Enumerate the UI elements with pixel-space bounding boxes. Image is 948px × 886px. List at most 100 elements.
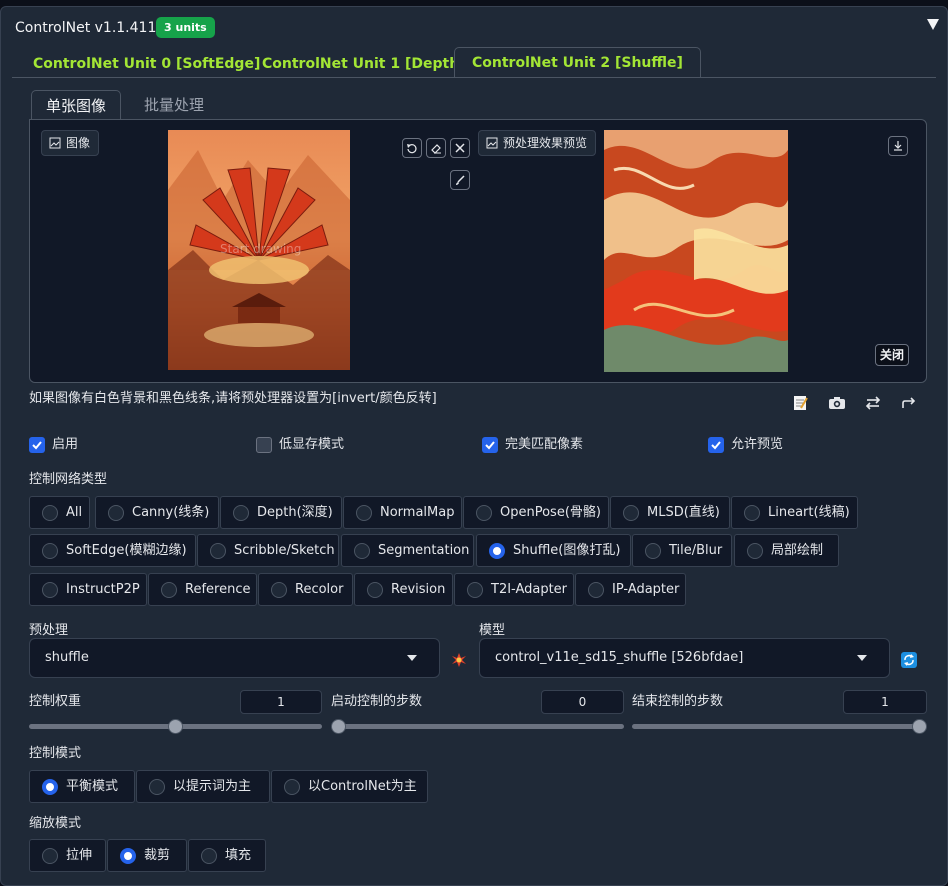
- run-preprocessor-icon[interactable]: [451, 652, 467, 668]
- slider-thumb[interactable]: [331, 719, 346, 734]
- control-type-inpaint[interactable]: 局部绘制: [734, 534, 839, 567]
- clear-button[interactable]: [450, 138, 470, 158]
- control-mode-balanced[interactable]: 平衡模式: [29, 770, 135, 803]
- control-type-canny[interactable]: Canny(线条): [95, 496, 219, 529]
- control-type-segmentation[interactable]: Segmentation: [341, 534, 474, 567]
- control-type-ip-adapter[interactable]: IP-Adapter: [575, 573, 686, 606]
- control-mode-label: 控制模式: [29, 746, 82, 761]
- units-badge: 3 units: [156, 17, 215, 38]
- checkbox-checked-icon: [708, 437, 724, 453]
- start-step-slider[interactable]: [331, 719, 624, 734]
- control-type-revision[interactable]: Revision: [354, 573, 453, 606]
- model-dropdown[interactable]: control_v11e_sd15_shuffle [526bfdae]: [479, 638, 890, 678]
- control-type-normalmap[interactable]: NormalMap: [343, 496, 462, 529]
- notepad-icon[interactable]: [791, 394, 809, 412]
- tab-single-image[interactable]: 单张图像: [31, 90, 122, 120]
- control-type-scribble[interactable]: Scribble/Sketch: [197, 534, 339, 567]
- radio-icon: [744, 505, 760, 521]
- control-type-tile[interactable]: Tile/Blur: [632, 534, 732, 567]
- radio-icon: [42, 505, 58, 521]
- preprocessor-preview-image: [604, 130, 788, 372]
- start-step-input[interactable]: 0: [541, 690, 624, 714]
- radio-icon: [623, 505, 639, 521]
- undo-button[interactable]: [402, 138, 422, 158]
- model-label: 模型: [479, 623, 506, 638]
- radio-icon: [467, 582, 483, 598]
- allow-preview-label: 允许预览: [731, 437, 784, 452]
- weight-label: 控制权重: [29, 694, 82, 709]
- slider-track: [331, 724, 624, 729]
- radio-icon: [201, 848, 217, 864]
- control-type-reference[interactable]: Reference: [148, 573, 257, 606]
- slider-thumb[interactable]: [912, 719, 927, 734]
- control-type-recolor[interactable]: Recolor: [258, 573, 353, 606]
- control-type-mlsd[interactable]: MLSD(直线): [610, 496, 730, 529]
- radio-icon: [367, 582, 383, 598]
- radio-icon: [354, 543, 370, 559]
- download-button[interactable]: [888, 136, 908, 156]
- pixel-perfect-checkbox[interactable]: 完美匹配像素: [482, 436, 583, 454]
- eraser-button[interactable]: [426, 138, 446, 158]
- control-mode-controlnet[interactable]: 以ControlNet为主: [271, 770, 428, 803]
- radio-selected-icon: [120, 848, 136, 864]
- resize-mode-stretch[interactable]: 拉伸: [29, 839, 106, 872]
- slider-thumb[interactable]: [168, 719, 183, 734]
- swap-icon[interactable]: [864, 394, 882, 412]
- close-preview-button[interactable]: 关闭: [875, 344, 910, 366]
- preview-label-text: 预处理效果预览: [503, 136, 588, 150]
- start-step-label: 启动控制的步数: [331, 694, 423, 709]
- control-type-shuffle[interactable]: Shuffle(图像打乱): [476, 534, 631, 567]
- collapse-triangle-icon[interactable]: [926, 17, 940, 31]
- preprocessor-value: shuffle: [45, 650, 89, 665]
- control-type-openpose[interactable]: OpenPose(骨骼): [463, 496, 609, 529]
- radio-icon: [271, 582, 287, 598]
- low-vram-checkbox[interactable]: 低显存模式: [256, 436, 344, 454]
- low-vram-label: 低显存模式: [279, 437, 345, 452]
- brush-button[interactable]: [450, 170, 470, 190]
- enable-checkbox[interactable]: 启用: [29, 436, 78, 454]
- tab-unit-1[interactable]: ControlNet Unit 1 [Depth]: [245, 50, 483, 78]
- undo-icon: [407, 144, 417, 154]
- radio-icon: [588, 582, 604, 598]
- allow-preview-checkbox[interactable]: 允许预览: [708, 436, 783, 454]
- control-type-label: 控制网络类型: [29, 472, 108, 487]
- weight-input[interactable]: 1: [240, 690, 322, 714]
- control-mode-prompt[interactable]: 以提示词为主: [136, 770, 270, 803]
- weight-slider[interactable]: [29, 719, 322, 734]
- radio-selected-icon: [42, 779, 58, 795]
- end-step-label: 结束控制的步数: [632, 694, 724, 709]
- resize-mode-fill[interactable]: 填充: [188, 839, 266, 872]
- tab-unit-2[interactable]: ControlNet Unit 2 [Shuffle]: [454, 47, 701, 78]
- control-type-all[interactable]: All: [29, 496, 90, 529]
- image-area: [29, 119, 927, 383]
- preprocessor-dropdown[interactable]: shuffle: [29, 638, 440, 678]
- control-type-depth[interactable]: Depth(深度): [220, 496, 342, 529]
- control-type-instructp2p[interactable]: InstructP2P: [29, 573, 147, 606]
- control-type-lineart[interactable]: Lineart(线稿): [731, 496, 858, 529]
- end-step-input[interactable]: 1: [843, 690, 927, 714]
- resize-mode-label: 缩放模式: [29, 816, 82, 831]
- radio-selected-icon: [489, 543, 505, 559]
- tab-batch[interactable]: 批量处理: [130, 90, 218, 120]
- chevron-down-icon: [857, 655, 867, 661]
- refresh-icon[interactable]: [901, 652, 917, 668]
- control-type-t2i-adapter[interactable]: T2I-Adapter: [454, 573, 574, 606]
- resize-mode-crop[interactable]: 裁剪: [107, 839, 187, 872]
- end-step-slider[interactable]: [632, 719, 927, 734]
- tab-divider: [12, 77, 936, 78]
- tab-unit-0[interactable]: ControlNet Unit 0 [SoftEdge]: [16, 50, 277, 78]
- panel-title[interactable]: ControlNet v1.1.411: [15, 20, 156, 36]
- download-icon: [894, 141, 902, 151]
- radio-icon: [161, 582, 177, 598]
- radio-icon: [476, 505, 492, 521]
- radio-icon: [42, 543, 58, 559]
- checkbox-unchecked-icon: [256, 437, 272, 453]
- radio-icon: [284, 779, 300, 795]
- radio-icon: [233, 505, 249, 521]
- eraser-icon: [431, 144, 441, 154]
- radio-icon: [210, 543, 226, 559]
- camera-icon[interactable]: [828, 394, 846, 412]
- control-type-softedge[interactable]: SoftEdge(模糊边缘): [29, 534, 196, 567]
- radio-icon: [42, 848, 58, 864]
- send-arrow-icon[interactable]: [900, 394, 918, 412]
